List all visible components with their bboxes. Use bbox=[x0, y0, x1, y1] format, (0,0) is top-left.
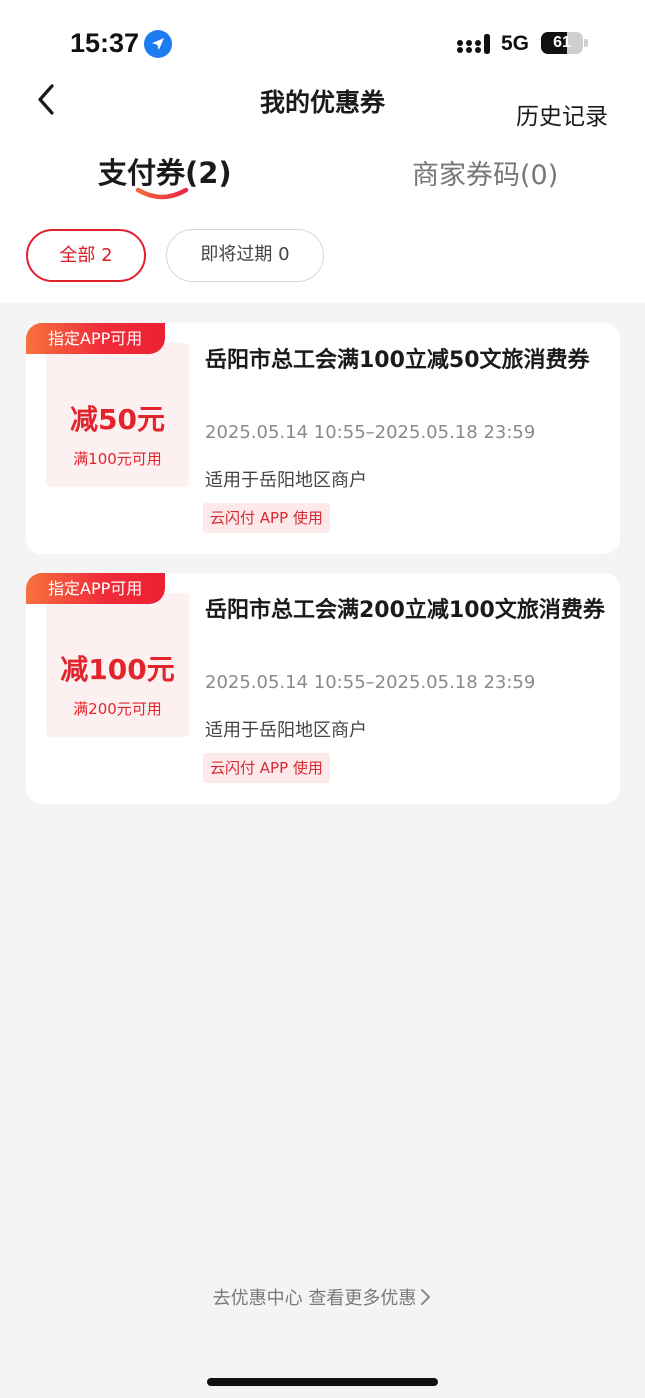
home-indicator bbox=[207, 1378, 438, 1386]
network-type: 5G bbox=[501, 32, 530, 55]
coupon-value-panel: 减100元 满200元可用 bbox=[46, 593, 189, 737]
coupon-center-link[interactable]: 去优惠中心 查看更多优惠 bbox=[0, 1284, 645, 1312]
location-arrow-icon bbox=[144, 30, 172, 58]
cellular-signal-icon bbox=[457, 33, 491, 55]
active-tab-indicator bbox=[134, 184, 190, 206]
coupon-platform-badge: 云闪付 APP 使用 bbox=[203, 753, 330, 783]
coupon-platform-badge: 云闪付 APP 使用 bbox=[203, 503, 330, 533]
battery-icon: 61 bbox=[541, 32, 583, 54]
coupon-value-panel: 减50元 满100元可用 bbox=[46, 343, 189, 487]
coupon-condition: 满100元可用 bbox=[73, 450, 162, 468]
coupon-scope: 适用于岳阳地区商户 bbox=[205, 470, 367, 491]
coupon-amount: 减100元 bbox=[60, 653, 175, 686]
header-area: 15:37 5G 61 我的优惠券 历史记录 支付券(2) 商家券码(0) 全部… bbox=[0, 0, 645, 303]
coupon-tag: 指定APP可用 bbox=[26, 573, 166, 604]
coupon-scope: 适用于岳阳地区商户 bbox=[205, 720, 367, 741]
coupon-amount: 减50元 bbox=[70, 403, 165, 436]
coupon-card[interactable]: 减100元 满200元可用 指定APP可用 岳阳市总工会满200立减100文旅消… bbox=[26, 573, 620, 804]
chevron-right-icon bbox=[420, 1287, 432, 1312]
coupon-validity: 2025.05.14 10:55–2025.05.18 23:59 bbox=[205, 672, 536, 693]
coupon-title: 岳阳市总工会满200立减100文旅消费券 bbox=[205, 598, 605, 623]
coupon-validity: 2025.05.14 10:55–2025.05.18 23:59 bbox=[205, 422, 536, 443]
status-time: 15:37 bbox=[70, 28, 140, 58]
coupon-center-link-text: 去优惠中心 查看更多优惠 bbox=[212, 1288, 417, 1309]
coupon-tag: 指定APP可用 bbox=[26, 323, 166, 354]
coupon-title: 岳阳市总工会满100立减50文旅消费券 bbox=[205, 348, 590, 373]
coupon-card[interactable]: 减50元 满100元可用 指定APP可用 岳阳市总工会满100立减50文旅消费券… bbox=[26, 323, 620, 554]
tab-merchant-codes[interactable]: 商家券码(0) bbox=[412, 153, 558, 192]
coupon-condition: 满200元可用 bbox=[73, 700, 162, 718]
battery-level: 61 bbox=[553, 34, 571, 51]
filter-all-chip[interactable]: 全部 2 bbox=[26, 229, 146, 282]
history-button[interactable]: 历史记录 bbox=[516, 97, 608, 131]
filter-expiring-chip[interactable]: 即将过期 0 bbox=[166, 229, 324, 282]
battery-tip bbox=[584, 39, 588, 47]
